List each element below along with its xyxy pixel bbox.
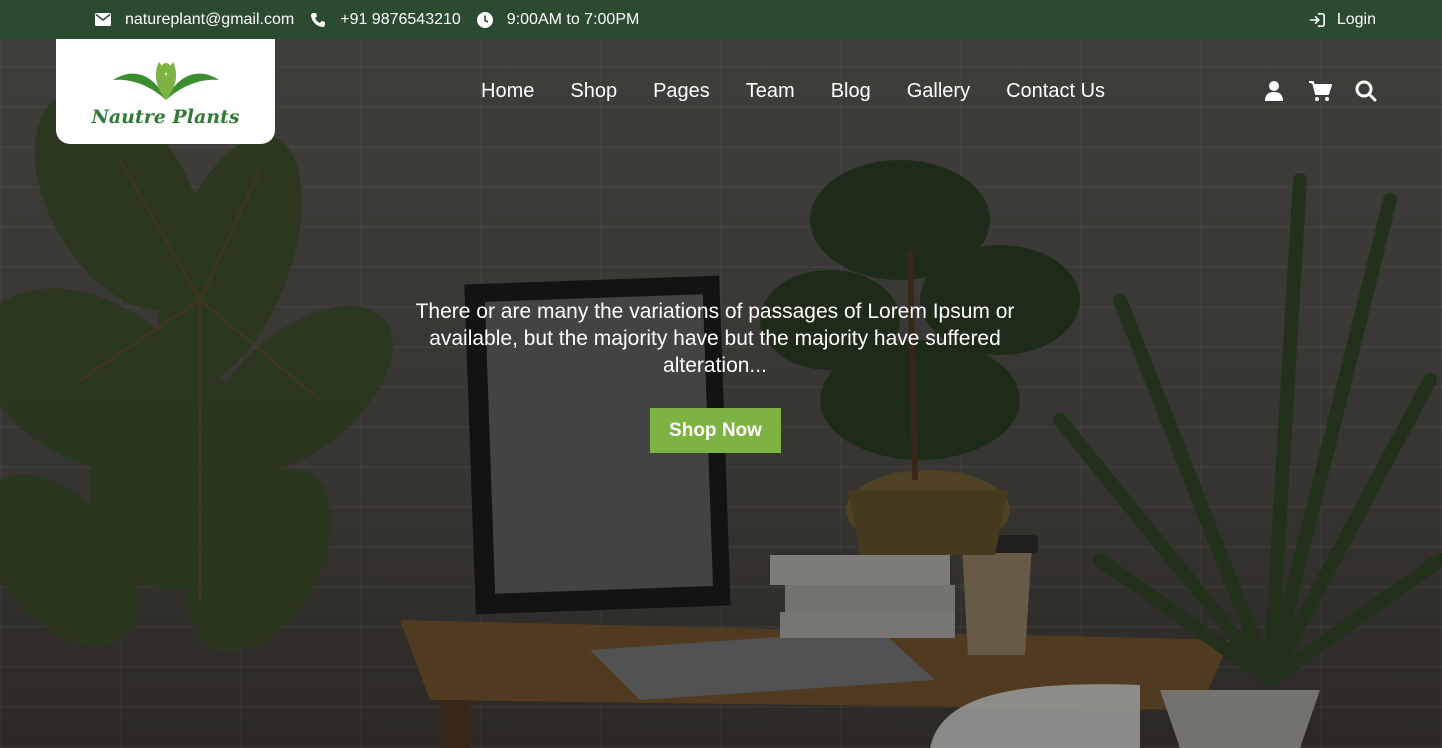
logo-text: Nautre Plants <box>91 105 240 128</box>
dark-overlay <box>0 39 1442 748</box>
user-icon[interactable] <box>1262 78 1286 104</box>
nav-item-pages[interactable]: Pages <box>653 78 710 104</box>
nav-item-contact-us[interactable]: Contact Us <box>1006 78 1105 104</box>
login-link[interactable]: Login <box>1309 0 1376 39</box>
logo[interactable]: Nautre Plants <box>56 39 275 144</box>
hours-text: 9:00AM to 7:00PM <box>506 10 640 28</box>
hero-description: There or are many the variations of pass… <box>415 300 1015 377</box>
login-label[interactable]: Login <box>1337 11 1376 29</box>
phone-icon <box>310 12 326 28</box>
hours-item: 9:00AM to 7:00PM <box>476 10 640 29</box>
main-nav: Home Shop Pages Team Blog Gallery Contac… <box>481 78 1141 104</box>
leaf-logo-icon <box>112 61 219 100</box>
email-item[interactable]: natureplant@gmail.com <box>95 11 294 29</box>
contact-info: natureplant@gmail.com +91 9876543210 9:0… <box>95 0 655 39</box>
hero-section <box>0 39 1442 748</box>
nav-icon-group <box>1262 78 1378 104</box>
clock-icon <box>476 11 493 28</box>
phone-text[interactable]: +91 9876543210 <box>340 11 461 29</box>
email-text[interactable]: natureplant@gmail.com <box>125 11 294 29</box>
phone-item[interactable]: +91 9876543210 <box>310 11 461 29</box>
envelope-icon <box>95 12 111 28</box>
nav-item-shop[interactable]: Shop <box>570 78 617 104</box>
search-icon[interactable] <box>1354 78 1378 104</box>
shop-now-button[interactable]: Shop Now <box>650 408 781 453</box>
nav-item-home[interactable]: Home <box>481 78 534 104</box>
nav-item-gallery[interactable]: Gallery <box>907 78 970 104</box>
nav-item-blog[interactable]: Blog <box>831 78 871 104</box>
nav-item-team[interactable]: Team <box>746 78 795 104</box>
login-icon <box>1309 12 1325 28</box>
top-bar: natureplant@gmail.com +91 9876543210 9:0… <box>0 0 1442 39</box>
cart-icon[interactable] <box>1308 78 1332 104</box>
